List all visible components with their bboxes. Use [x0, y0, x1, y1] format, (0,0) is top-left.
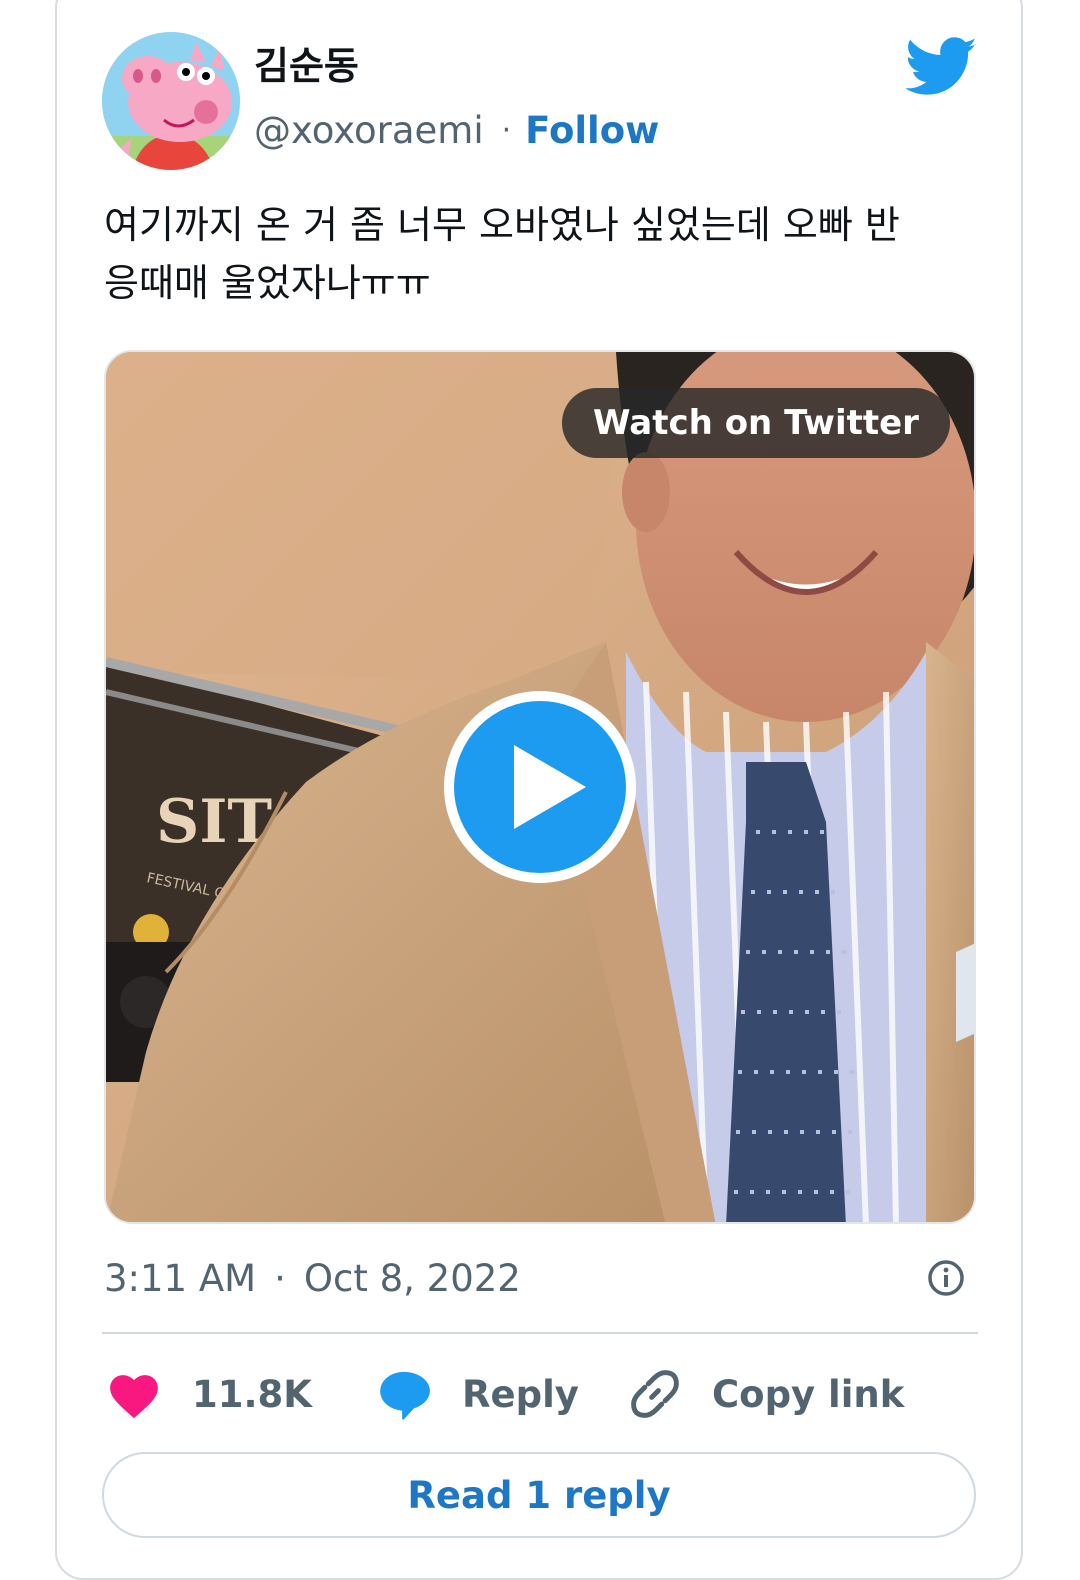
separator-dot: · [501, 112, 512, 148]
divider [102, 1332, 978, 1334]
tweet-text: 여기까지 온 거 좀 너무 오바였나 싶었는데 오빠 반 응때매 울었자나ㅠㅠ [104, 203, 900, 305]
user-handle[interactable]: @xoxoraemi [254, 109, 484, 152]
copy-link-button[interactable]: Copy link [628, 1362, 904, 1426]
display-name[interactable]: 김순동 [254, 40, 359, 92]
twitter-bird-icon[interactable] [906, 36, 978, 98]
link-icon [631, 1370, 679, 1418]
handle-row: @xoxoraemi · Follow [254, 104, 659, 156]
like-button[interactable]: 11.8K [106, 1362, 312, 1426]
follow-button[interactable]: Follow [525, 109, 659, 152]
copy-link-label: Copy link [712, 1372, 905, 1416]
avatar[interactable] [102, 32, 240, 170]
watch-on-twitter-button[interactable]: Watch on Twitter [562, 388, 950, 458]
play-icon[interactable] [440, 687, 640, 887]
reply-button[interactable]: Reply [376, 1362, 579, 1426]
timestamp-separator: · [274, 1256, 286, 1300]
tweet-date: Oct 8, 2022 [303, 1256, 521, 1300]
tweet-timestamp[interactable]: 3:11 AM · Oct 8, 2022 [104, 1250, 521, 1306]
avatar-image [102, 32, 240, 170]
read-replies-button[interactable]: Read 1 reply [102, 1452, 976, 1538]
reply-label: Reply [462, 1372, 579, 1416]
reply-bubble-icon [380, 1371, 430, 1420]
heart-icon [110, 1375, 158, 1419]
tweet-time: 3:11 AM [104, 1256, 257, 1300]
like-count: 11.8K [192, 1372, 312, 1416]
info-icon[interactable] [926, 1258, 966, 1298]
